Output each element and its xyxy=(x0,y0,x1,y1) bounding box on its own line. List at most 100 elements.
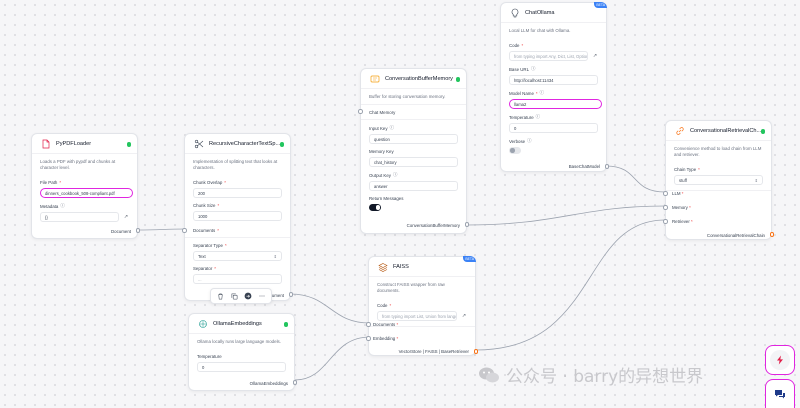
code-input[interactable]: from typing import Any, Dict, List, Opti… xyxy=(509,51,588,61)
output-port[interactable] xyxy=(473,349,478,354)
retriever-label: Retriever xyxy=(672,219,690,224)
output-label: VectorStore | FAISS | BaseRetriever xyxy=(398,349,469,354)
memory-input-port[interactable] xyxy=(663,205,668,210)
chat-button[interactable] xyxy=(765,379,795,408)
embedding-handle-row: Embedding * xyxy=(373,336,398,341)
embedding-input-port[interactable] xyxy=(366,336,371,341)
metadata-input[interactable]: {} xyxy=(40,212,119,222)
file-path-input[interactable]: dinners_cookbook_508-compliant.pdf xyxy=(40,188,133,198)
output-handle-row: OllamaEmbeddings xyxy=(250,381,288,386)
code-label: Code xyxy=(377,303,388,308)
field-label: Separator * xyxy=(185,266,290,271)
base-url-label: Base URL xyxy=(509,66,530,72)
chevron-updown-icon: ⇕ xyxy=(754,177,758,183)
node-title: ChatOllama xyxy=(525,9,555,16)
output-port[interactable] xyxy=(288,292,293,297)
more-icon[interactable]: ⋯ xyxy=(257,291,268,302)
node-conversation-buffer-memory[interactable]: ConversationBufferMemory Buffer for stor… xyxy=(358,68,469,234)
info-icon: ⓘ xyxy=(389,125,394,130)
output-port[interactable] xyxy=(769,232,774,237)
temperature-input[interactable]: 0 xyxy=(509,123,598,133)
required-marker: * xyxy=(395,322,399,327)
node-header[interactable]: ConversationBufferMemory xyxy=(361,69,466,89)
required-marker: * xyxy=(217,228,219,233)
external-link-icon[interactable]: ↗ xyxy=(461,313,467,319)
documents-label: Documents xyxy=(373,322,396,327)
required-marker: * xyxy=(389,303,392,308)
node-header[interactable]: FAISS BETA xyxy=(369,256,476,277)
node-conversational-retrieval-chain[interactable]: ConversationalRetrievalCh... Convenience… xyxy=(663,120,774,240)
status-dot xyxy=(455,77,460,82)
output-port[interactable] xyxy=(464,222,469,227)
info-icon: ⓘ xyxy=(392,172,398,177)
node-faiss[interactable]: FAISS BETA Construct FAISS wrapper from … xyxy=(366,256,478,356)
trash-icon[interactable] xyxy=(215,291,226,302)
node-header[interactable]: OllamaEmbeddings xyxy=(189,314,294,334)
verbose-label: Verbose xyxy=(509,138,526,144)
return-messages-toggle[interactable] xyxy=(369,204,381,211)
node-text-splitter[interactable]: RecursiveCharacterTextSp... Implementati… xyxy=(182,133,293,301)
embedding-label: Embedding xyxy=(373,336,396,341)
info-icon: ⓘ xyxy=(527,138,532,143)
separator-type-select[interactable]: Text ⇕ xyxy=(193,251,282,261)
external-link-icon[interactable]: ↗ xyxy=(123,214,129,220)
status-dot xyxy=(126,142,131,147)
llm-handle-row: LLM * xyxy=(672,191,683,196)
memory-label: Memory xyxy=(672,205,688,210)
separator-input[interactable]: ... xyxy=(193,274,282,284)
output-port[interactable] xyxy=(292,380,297,385)
node-chat-ollama[interactable]: ChatOllama BETA Local LLM for chat with … xyxy=(500,2,609,172)
copy-icon[interactable] xyxy=(229,291,240,302)
documents-input-port[interactable] xyxy=(366,322,371,327)
required-marker: * xyxy=(395,336,399,341)
model-name-input[interactable]: llama2 xyxy=(509,99,602,109)
output-label: BaseChatModel xyxy=(568,164,600,169)
output-handle-row: ConversationBufferMemory xyxy=(407,223,460,228)
node-title: FAISS xyxy=(393,263,409,270)
link-icon xyxy=(674,125,685,136)
required-marker: * xyxy=(680,191,684,196)
node-header[interactable]: ConversationalRetrievalCh... xyxy=(666,121,771,141)
edge-ollama-to-chain xyxy=(605,165,666,193)
node-pypdfloader[interactable]: PyPDFLoader Loads a PDF with pypdf and c… xyxy=(31,133,140,239)
output-port[interactable] xyxy=(135,228,140,233)
document-icon xyxy=(40,138,51,149)
llm-input-port[interactable] xyxy=(663,191,668,196)
output-handle-row: BaseChatModel xyxy=(569,164,600,169)
separator-label: Separator xyxy=(193,266,213,271)
output-key-input[interactable]: answer xyxy=(369,181,458,191)
output-port[interactable] xyxy=(604,164,609,169)
node-header[interactable]: RecursiveCharacterTextSp... xyxy=(185,134,290,154)
node-ollama-embeddings[interactable]: OllamaEmbeddings Ollama locally runs lar… xyxy=(188,313,297,391)
required-marker: * xyxy=(217,203,220,208)
input-key-input[interactable]: question xyxy=(369,134,458,144)
verbose-toggle[interactable] xyxy=(509,147,521,154)
field-label: Temperature ⓘ xyxy=(501,114,606,120)
external-link-icon[interactable]: ↗ xyxy=(592,53,598,59)
node-header[interactable]: ChatOllama BETA xyxy=(501,2,607,23)
base-url-input[interactable]: http://localhost:11434 xyxy=(509,75,598,85)
required-marker: * xyxy=(224,180,227,185)
node-header[interactable]: PyPDFLoader xyxy=(32,134,137,154)
toggle-knob xyxy=(375,205,380,210)
edge-faiss-to-chain xyxy=(475,219,666,351)
documents-input-port[interactable] xyxy=(182,228,187,233)
code-input[interactable]: from typing import List, Union from lang… xyxy=(377,311,457,321)
chain-type-select[interactable]: stuff ⇕ xyxy=(674,175,763,185)
return-messages-label: Return Messages xyxy=(369,196,404,201)
chunk-overlap-input[interactable]: 200 xyxy=(193,188,282,198)
memory-key-input[interactable]: chat_history xyxy=(369,157,458,167)
wechat-icon xyxy=(479,367,499,382)
edge-splitter-to-faiss xyxy=(289,293,371,324)
output-handle-row: VectorStore | FAISS | BaseRetriever xyxy=(399,349,469,354)
retriever-input-port[interactable] xyxy=(663,219,668,224)
field-label: Memory Key xyxy=(361,149,466,154)
chat-memory-input-port[interactable] xyxy=(358,109,363,114)
build-flow-button[interactable] xyxy=(765,345,795,375)
chunk-size-input[interactable]: 1000 xyxy=(193,211,282,221)
share-icon[interactable] xyxy=(243,291,254,302)
node-description: Buffer for storing conversation memory. xyxy=(369,94,446,99)
separator-type-value: Text xyxy=(198,253,206,259)
node-description: Ollama locally runs large language model… xyxy=(197,339,281,344)
temperature-input[interactable]: 0 xyxy=(197,362,286,372)
